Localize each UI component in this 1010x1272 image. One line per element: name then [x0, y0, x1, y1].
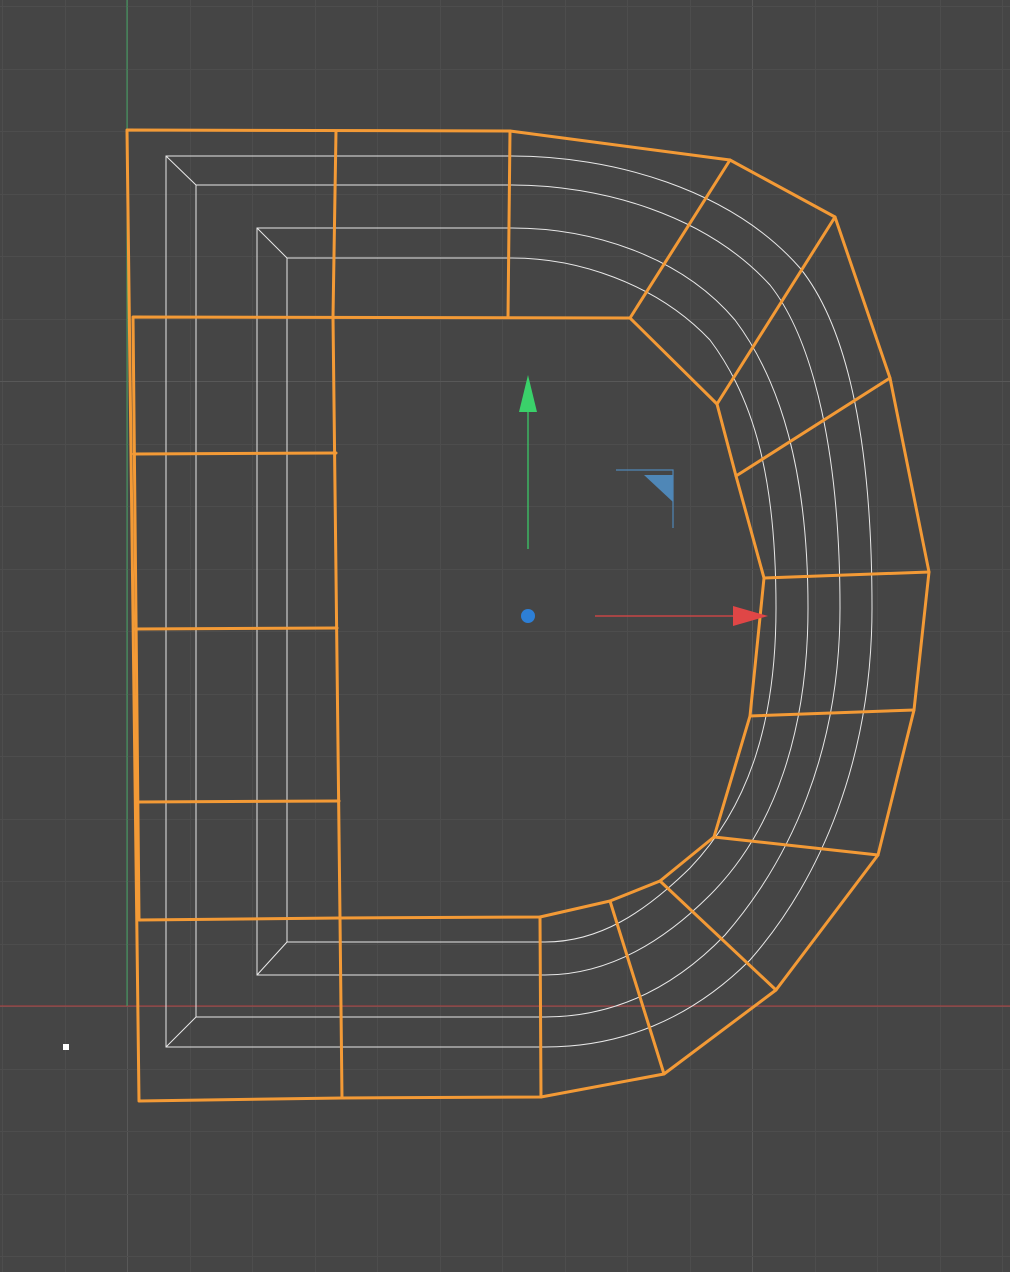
mesh-edge[interactable]: [506, 129, 512, 319]
pivot-point-icon[interactable]: [521, 609, 535, 623]
origin-marker-icon: [63, 1044, 69, 1050]
mesh-edge[interactable]: [338, 916, 344, 1100]
3d-viewport[interactable]: [0, 0, 1010, 1272]
mesh-edge[interactable]: [132, 451, 338, 456]
viewport-canvas[interactable]: [0, 0, 1010, 1272]
mesh-edge[interactable]: [133, 626, 339, 631]
viewport-background: [0, 0, 1010, 1272]
mesh-edge[interactable]: [135, 799, 341, 804]
mesh-edge[interactable]: [538, 915, 543, 1099]
